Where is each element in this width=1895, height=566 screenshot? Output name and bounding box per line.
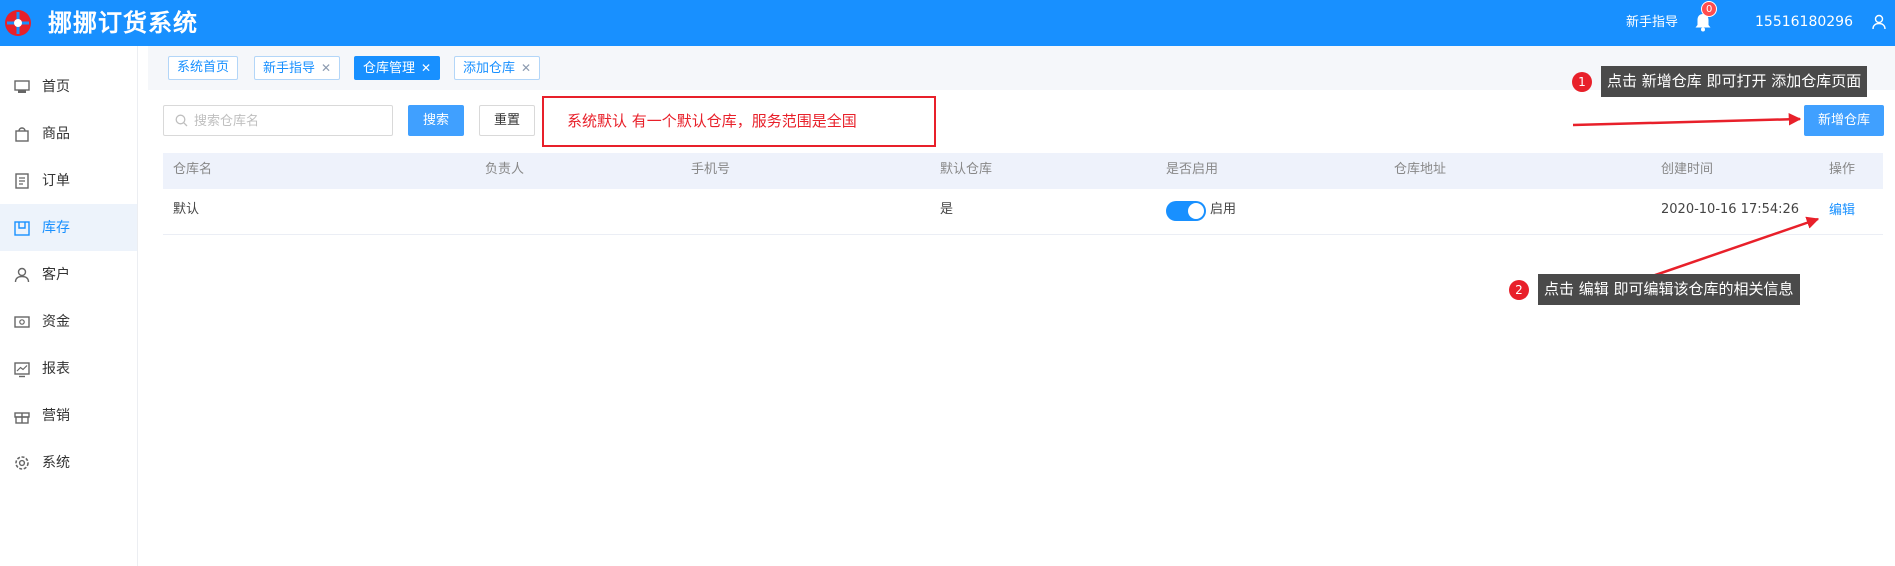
add-warehouse-button[interactable]: 新增仓库 (1804, 105, 1884, 136)
sidebar-item-label: 系统 (42, 455, 70, 471)
notification-badge: 0 (1701, 1, 1718, 17)
sidebar-item-home[interactable]: 首页 (0, 63, 137, 110)
column-header-created: 创建时间 (1661, 162, 1714, 177)
sidebar-item-funds[interactable]: 资金 (0, 298, 137, 345)
column-header-name: 仓库名 (173, 162, 213, 177)
enabled-toggle-label: 启用 (1210, 202, 1237, 217)
table-row (163, 189, 1883, 235)
sidebar-item-label: 资金 (42, 314, 70, 330)
search-button[interactable]: 搜索 (408, 105, 464, 136)
top-header: 挪挪订货系统 新手指导 0 15516180296 (0, 0, 1895, 46)
tab-add-warehouse[interactable]: 添加仓库 ✕ (454, 56, 541, 80)
table-header (163, 153, 1883, 189)
sidebar: 首页 商品 订单 库存 客户 资金 报表 营销 系统 (0, 46, 138, 566)
tab-guide[interactable]: 新手指导 ✕ (254, 56, 341, 80)
reset-button[interactable]: 重置 (479, 105, 535, 136)
guide-link[interactable]: 新手指导 (1626, 13, 1678, 33)
user-phone[interactable]: 15516180296 (1755, 12, 1853, 32)
toggle-knob (1188, 203, 1204, 219)
sidebar-item-customers[interactable]: 客户 (0, 251, 137, 298)
sidebar-item-label: 营销 (42, 408, 70, 424)
column-header-manager: 负责人 (485, 162, 525, 177)
sidebar-item-label: 报表 (42, 361, 70, 377)
close-icon[interactable]: ✕ (421, 57, 431, 79)
shopping-bag-icon (15, 127, 29, 142)
app-title: 挪挪订货系统 (48, 9, 198, 37)
sidebar-item-marketing[interactable]: 营销 (0, 392, 137, 439)
sidebar-item-system[interactable]: 系统 (0, 439, 137, 486)
annotation-tooltip-2: 点击 编辑 即可编辑该仓库的相关信息 (1538, 274, 1800, 305)
annotation-marker-2: 2 (1509, 280, 1529, 300)
user-icon (14, 267, 30, 283)
close-icon[interactable]: ✕ (321, 57, 331, 79)
column-header-default: 默认仓库 (940, 162, 993, 177)
search-input[interactable] (194, 110, 389, 132)
search-box (163, 105, 393, 136)
tab-home[interactable]: 系统首页 (168, 56, 239, 80)
search-icon (175, 114, 188, 127)
gift-icon (14, 412, 30, 424)
tab-label: 新手指导 (263, 61, 316, 76)
sidebar-item-label: 订单 (42, 173, 70, 189)
logo-icon (5, 10, 31, 36)
inventory-box-icon (14, 221, 30, 236)
order-document-icon (15, 173, 29, 189)
enabled-toggle[interactable] (1166, 201, 1206, 221)
notice-text: 系统默认 有一个默认仓库，服务范围是全国 (567, 112, 857, 130)
sidebar-item-label: 商品 (42, 126, 70, 142)
tab-label: 添加仓库 (463, 61, 516, 76)
sidebar-item-label: 客户 (42, 267, 70, 283)
tab-label: 仓库管理 (363, 61, 416, 76)
sidebar-item-label: 库存 (42, 220, 70, 236)
user-icon[interactable] (1872, 14, 1886, 30)
sidebar-item-products[interactable]: 商品 (0, 110, 137, 157)
sidebar-item-reports[interactable]: 报表 (0, 345, 137, 392)
tab-label: 系统首页 (177, 60, 230, 75)
sidebar-item-orders[interactable]: 订单 (0, 157, 137, 204)
annotation-marker-1: 1 (1572, 72, 1592, 92)
cell-warehouse-name: 默认 (173, 202, 200, 217)
cell-is-default: 是 (940, 202, 954, 217)
chart-icon (14, 362, 30, 378)
cell-created-at: 2020-10-16 17:54:26 (1661, 202, 1800, 217)
annotation-tooltip-1: 点击 新增仓库 即可打开 添加仓库页面 (1601, 66, 1868, 97)
sidebar-item-label: 首页 (42, 79, 70, 95)
wallet-icon (14, 316, 30, 328)
edit-link[interactable]: 编辑 (1829, 201, 1855, 221)
gear-icon (15, 456, 29, 470)
column-header-enabled: 是否启用 (1166, 162, 1219, 177)
column-header-actions: 操作 (1829, 162, 1856, 177)
column-header-phone: 手机号 (691, 162, 731, 177)
sidebar-item-inventory[interactable]: 库存 (0, 204, 137, 251)
home-icon (14, 80, 30, 93)
column-header-address: 仓库地址 (1394, 162, 1447, 177)
close-icon[interactable]: ✕ (521, 57, 531, 79)
tab-warehouse-management[interactable]: 仓库管理 ✕ (354, 56, 441, 80)
